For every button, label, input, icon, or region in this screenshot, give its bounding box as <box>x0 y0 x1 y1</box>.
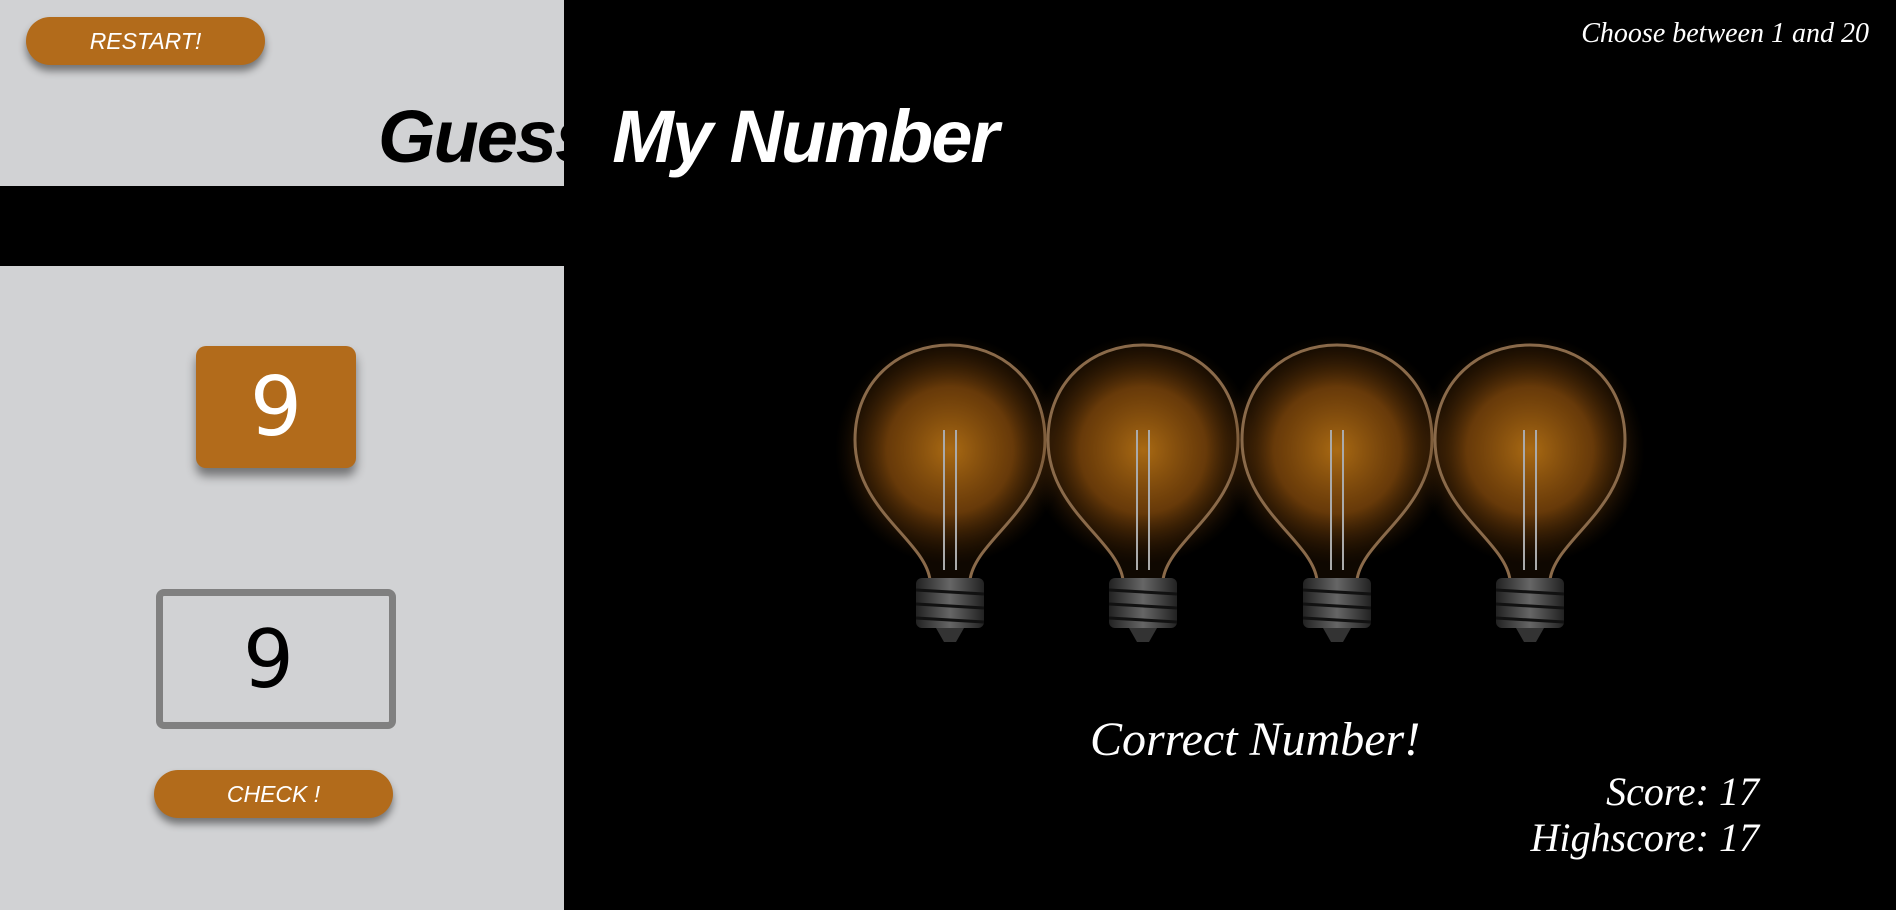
secret-number-box: 9 <box>196 346 356 468</box>
bulb-3 <box>1220 333 1454 644</box>
bulb-2 <box>1026 333 1260 644</box>
result-message: Correct Number! <box>1090 713 1421 766</box>
bulb-4 <box>1413 333 1647 644</box>
highscore-label: Highscore: 17 <box>1530 815 1759 860</box>
title-word-guess: Guess <box>378 95 596 178</box>
score-label: Score: 17 <box>1606 769 1759 814</box>
page-title: Guess My Number <box>378 100 999 174</box>
title-word-my-number: My Number <box>612 95 999 178</box>
restart-button[interactable]: RESTART! <box>26 17 265 65</box>
bulb-1 <box>833 333 1067 644</box>
guess-input[interactable] <box>156 589 396 729</box>
range-hint: Choose between 1 and 20 <box>1581 18 1869 49</box>
check-button[interactable]: CHECK ! <box>154 770 393 818</box>
